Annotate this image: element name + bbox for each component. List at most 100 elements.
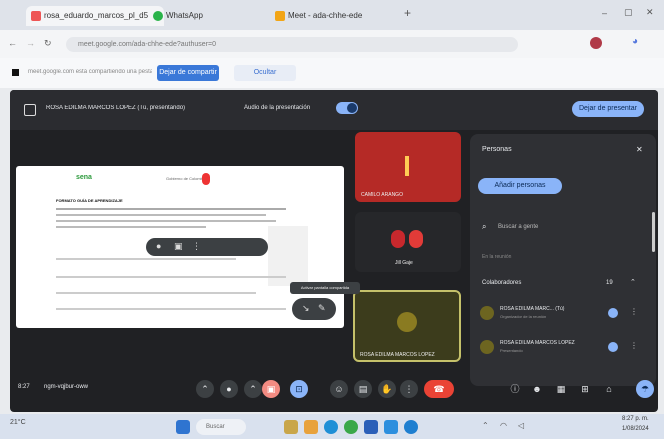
doc-title: FORMATO GUÍA DE APRENDIZAJE xyxy=(56,198,123,203)
scrollbar[interactable] xyxy=(652,212,655,252)
tab-meet[interactable]: Meet - ada-chhe-ede xyxy=(270,6,408,26)
whatsapp-icon xyxy=(153,11,163,21)
meeting-time: 8:27 xyxy=(18,384,30,390)
edit-icon[interactable]: ✎ xyxy=(318,303,326,314)
doc-line xyxy=(56,276,286,278)
meeting-code: ngm-vqjbur-oww xyxy=(44,384,89,390)
tab-whatsapp[interactable]: WhatsApp xyxy=(148,6,261,26)
toggle-knob xyxy=(347,103,357,113)
volume-icon[interactable]: ◁ xyxy=(518,421,524,430)
stop-presenting-button[interactable]: Dejar de presentar xyxy=(572,101,644,117)
lock-icon[interactable]: ⌂ xyxy=(600,380,618,398)
tab-label: Meet - ada-chhe-ede xyxy=(288,11,363,20)
sharing-infobar: meet.google.com está compartiendo una pe… xyxy=(0,58,664,88)
pin-controls[interactable]: ↘ ✎ xyxy=(292,298,336,320)
doc-line xyxy=(56,220,276,222)
participant-tile: CAMILO ARANGO xyxy=(355,132,461,202)
caret-icon[interactable]: ⌃ xyxy=(244,380,262,398)
pin-icon[interactable]: ↘ xyxy=(302,303,310,314)
tab-rosa[interactable]: rosa_eduardo_marcos_pl_d5 xyxy=(26,6,164,26)
more-options-icon[interactable]: ⋮ xyxy=(630,307,638,316)
flame-shape xyxy=(405,156,409,176)
camera-off-button[interactable]: ▣ xyxy=(262,380,280,398)
more-options-button[interactable]: ⋮ xyxy=(400,380,418,398)
edge-copilot-icon[interactable]: ◕ xyxy=(632,36,638,47)
self-avatar[interactable]: ☂ xyxy=(636,380,654,398)
url-field[interactable]: meet.google.com/ada-chhe-ede?authuser=0 xyxy=(66,37,518,52)
forward-icon[interactable]: → xyxy=(26,38,35,48)
teams-icon[interactable] xyxy=(404,420,418,434)
word-icon[interactable] xyxy=(364,420,378,434)
participant-tile: Jill Gaje xyxy=(355,212,461,272)
edge-icon[interactable] xyxy=(324,420,338,434)
tab-favicon-icon xyxy=(31,11,41,21)
tooltip: Activar pantalla compartida xyxy=(290,282,360,294)
emoji-button[interactable]: ☺ xyxy=(330,380,348,398)
new-tab-button[interactable]: + xyxy=(404,6,411,20)
present-button[interactable]: ⊡ xyxy=(290,380,308,398)
infobar-text: meet.google.com está compartiendo una pe… xyxy=(28,69,152,75)
doc-line xyxy=(56,292,256,294)
doc-line xyxy=(56,208,286,210)
clock-time: 8:27 p. m. xyxy=(622,416,649,422)
participant-name: ROSA EDILMA MARCOS LOPEZ xyxy=(360,352,435,358)
reload-icon[interactable]: ↻ xyxy=(44,38,52,49)
search-icon: ⌕ xyxy=(482,222,487,231)
add-people-button[interactable]: Añadir personas xyxy=(478,178,562,194)
screen-share-controls[interactable]: ● ▣ ⋮ xyxy=(146,238,268,256)
mic-status-icon xyxy=(608,308,618,318)
umbrella-avatar xyxy=(397,312,417,332)
colombia-logo xyxy=(202,173,210,185)
doc-line xyxy=(56,308,286,310)
store-icon[interactable] xyxy=(384,420,398,434)
more-icon[interactable]: ⋮ xyxy=(192,241,201,252)
mic-button[interactable]: ● xyxy=(220,380,238,398)
info-icon[interactable]: ⓘ xyxy=(506,380,524,398)
avatar xyxy=(480,340,494,354)
self-tile: ROSA EDILMA MARCOS LOPEZ xyxy=(353,290,461,362)
taskbar-search[interactable]: Buscar xyxy=(196,419,246,435)
people-panel: Personas ✕ Añadir personas ⌕ Buscar a ge… xyxy=(470,134,656,386)
raise-hand-button[interactable]: ✋ xyxy=(378,380,396,398)
chevron-up-icon[interactable]: ⌃ xyxy=(630,278,636,286)
file-explorer-icon[interactable] xyxy=(304,420,318,434)
mic-icon[interactable]: ● xyxy=(156,241,161,251)
widgets-icon[interactable] xyxy=(284,420,298,434)
add-people-label: Añadir personas xyxy=(494,182,546,189)
avatar xyxy=(480,306,494,320)
weather-widget[interactable]: 21°C xyxy=(10,419,26,426)
meet-icon xyxy=(275,11,285,21)
audio-toggle[interactable] xyxy=(336,102,358,114)
caret-icon[interactable]: ⌃ xyxy=(196,380,214,398)
mic-status-icon xyxy=(608,342,618,352)
chat-icon[interactable]: ▦ xyxy=(552,380,570,398)
people-search-input[interactable]: Buscar a gente xyxy=(498,224,538,230)
chrome-icon[interactable] xyxy=(344,420,358,434)
minimize-button[interactable]: – xyxy=(602,8,607,18)
people-title: Personas xyxy=(482,146,512,153)
hide-button[interactable]: Ocultar xyxy=(234,65,296,81)
wifi-icon[interactable]: ◠ xyxy=(500,421,507,430)
video-icon[interactable]: ▣ xyxy=(174,241,183,252)
doc-line xyxy=(56,226,206,228)
end-call-button[interactable]: ☎ xyxy=(424,380,454,398)
more-options-icon[interactable]: ⋮ xyxy=(630,341,638,350)
tray-chevron-icon[interactable]: ⌃ xyxy=(482,421,489,430)
gov-logo: Gobierno de Colombia xyxy=(166,176,207,181)
close-window-button[interactable]: ✕ xyxy=(646,7,654,18)
participant-name: Jill Gaje xyxy=(395,260,413,266)
activities-icon[interactable]: ⊞ xyxy=(576,380,594,398)
people-icon[interactable]: ☻ xyxy=(528,380,546,398)
sena-logo: sena xyxy=(76,174,92,181)
profile-avatar[interactable] xyxy=(590,37,602,49)
avatar-right xyxy=(409,230,423,248)
windows-start-icon[interactable] xyxy=(176,420,190,434)
back-icon[interactable]: ← xyxy=(8,38,17,48)
close-panel-icon[interactable]: ✕ xyxy=(636,145,643,154)
group-label[interactable]: Colaboradores xyxy=(482,280,521,286)
participant-row-name: ROSA EDILMA MARCOS LOPEZ xyxy=(500,340,575,346)
captions-button[interactable]: ▤ xyxy=(354,380,372,398)
stop-sharing-button[interactable]: Dejar de compartir xyxy=(157,65,219,81)
maximize-button[interactable]: ▢ xyxy=(624,7,633,18)
presenting-bar: ROSA EDILMA MARCOS LOPEZ (Tú, presentand… xyxy=(10,90,658,130)
